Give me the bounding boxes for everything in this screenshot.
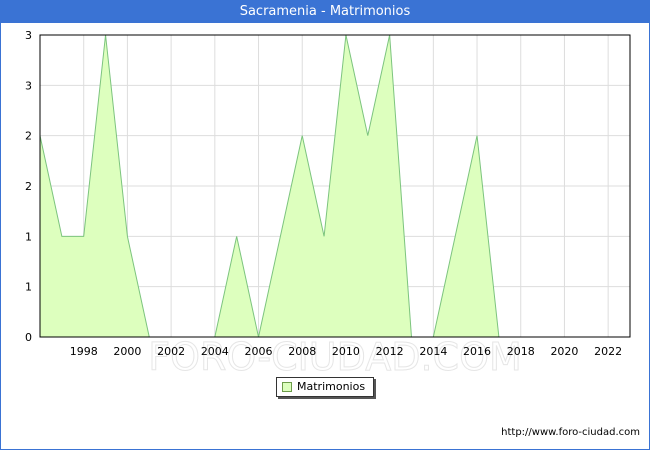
data-point (83, 235, 85, 237)
x-tick-label: 2000 (113, 345, 141, 358)
x-tick-label: 1998 (70, 345, 98, 358)
y-tick-label: 3 (25, 29, 32, 42)
y-tick-label: 3 (25, 79, 32, 92)
data-point (323, 235, 325, 237)
data-point (476, 135, 478, 137)
x-tick-label: 2020 (550, 345, 578, 358)
y-tick-label: 1 (25, 230, 32, 243)
x-tick-label: 2014 (419, 345, 447, 358)
y-tick-label: 0 (25, 331, 32, 344)
data-point (367, 135, 369, 137)
data-point (61, 235, 63, 237)
x-tick-label: 2012 (376, 345, 404, 358)
x-tick-label: 2010 (332, 345, 360, 358)
legend-label: Matrimonios (297, 380, 366, 393)
y-tick-label: 2 (25, 180, 32, 193)
y-tick-label: 2 (25, 130, 32, 143)
x-tick-label: 2016 (463, 345, 491, 358)
data-point (301, 135, 303, 137)
data-point (279, 235, 281, 237)
legend: Matrimonios (276, 377, 375, 397)
x-tick-label: 2008 (288, 345, 316, 358)
x-tick-label: 2002 (157, 345, 185, 358)
x-tick-label: 2004 (201, 345, 229, 358)
x-tick-label: 2006 (245, 345, 273, 358)
x-tick-label: 2022 (594, 345, 622, 358)
data-point (126, 235, 128, 237)
x-tick-label: 2018 (507, 345, 535, 358)
source-url: http://www.foro-ciudad.com (501, 427, 640, 438)
data-point (236, 235, 238, 237)
data-point (454, 235, 456, 237)
legend-swatch (282, 382, 292, 392)
y-tick-label: 1 (25, 281, 32, 294)
